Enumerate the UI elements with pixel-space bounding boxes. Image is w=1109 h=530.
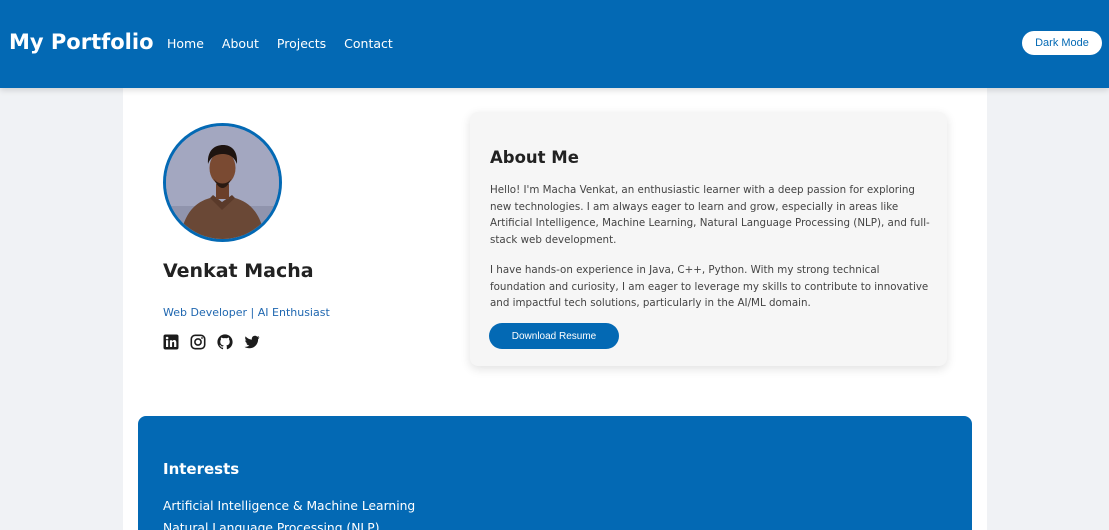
nav-link-home[interactable]: Home [167, 36, 204, 51]
github-icon[interactable] [217, 334, 233, 350]
about-title: About Me [490, 148, 579, 167]
list-item: Artificial Intelligence & Machine Learni… [163, 499, 416, 513]
about-paragraph: I have hands-on experience in Java, C++,… [490, 264, 929, 310]
social-links [163, 334, 271, 350]
nav-link-about[interactable]: About [222, 36, 259, 51]
interests-section: Interests Artificial Intelligence & Mach… [138, 416, 972, 530]
brand-title[interactable]: My Portfolio [9, 30, 154, 54]
interests-title: Interests [163, 460, 240, 478]
navbar: My Portfolio Home About Projects Contact… [0, 0, 1109, 88]
about-paragraph: Hello! I'm Macha Venkat, an enthusiastic… [490, 184, 930, 247]
list-item: Natural Language Processing (NLP) [163, 521, 380, 530]
linkedin-icon[interactable] [163, 334, 179, 350]
profile-role: Web Developer | AI Enthusiast [163, 306, 330, 319]
main-container: Venkat Macha Web Developer | AI Enthusia… [123, 88, 987, 530]
avatar [163, 123, 282, 242]
profile-name: Venkat Macha [163, 260, 314, 282]
nav-links: Home About Projects Contact [167, 36, 411, 51]
about-card: About Me Hello! I'm Macha Venkat, an ent… [470, 112, 947, 366]
avatar-photo [166, 126, 279, 239]
instagram-icon[interactable] [190, 334, 206, 350]
nav-link-contact[interactable]: Contact [344, 36, 393, 51]
interests-list: Artificial Intelligence & Machine Learni… [163, 495, 415, 530]
download-resume-button[interactable]: Download Resume [489, 323, 619, 349]
nav-link-projects[interactable]: Projects [277, 36, 326, 51]
twitter-icon[interactable] [244, 334, 260, 350]
dark-mode-button[interactable]: Dark Mode [1022, 31, 1102, 55]
